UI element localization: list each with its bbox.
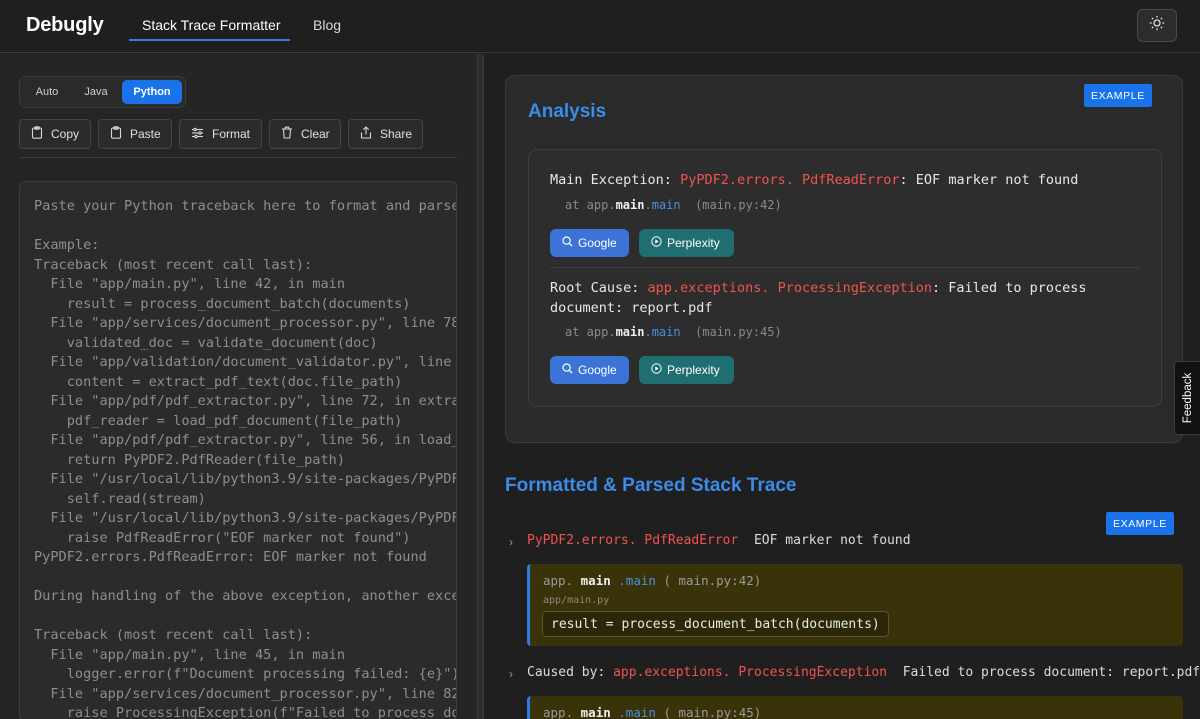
perplexity-search-button[interactable]: Perplexity (639, 229, 734, 257)
clipboard-icon (31, 126, 43, 142)
root-cause-label: Root Cause: (550, 280, 640, 296)
toolbar-divider (19, 157, 457, 158)
location-file: (main.py:45) (695, 325, 782, 339)
main-exception-label: Main Exception: (550, 172, 672, 188)
root-cause-message: : Failed to process (932, 280, 1087, 296)
paste-label: Paste (130, 127, 161, 141)
clipboard-icon (110, 126, 122, 142)
caused-by-row[interactable]: Caused by: app.exceptions. ProcessingExc… (527, 665, 1200, 680)
share-icon (360, 126, 372, 142)
sliders-icon (191, 127, 204, 142)
location-class: main (615, 198, 645, 212)
frame-signature: app. main .main ( main.py:45) (543, 705, 761, 719)
sun-icon (1149, 15, 1165, 36)
stack-frame[interactable]: app. main .main ( main.py:42) app/main.p… (527, 564, 1183, 646)
share-button[interactable]: Share (348, 119, 423, 149)
format-button[interactable]: Format (179, 119, 262, 149)
exception-divider (550, 267, 1140, 268)
panel-resize-handle[interactable] (477, 54, 484, 719)
clear-label: Clear (301, 127, 330, 141)
root-cause-line: Root Cause: app.exceptions. ProcessingEx… (550, 280, 1086, 296)
theme-toggle-button[interactable] (1137, 9, 1177, 42)
frame-prefix: app. (543, 705, 574, 719)
exception-class: PdfReadError (644, 533, 739, 548)
frame-code-line: result = process_document_batch(document… (542, 611, 889, 637)
stack-frame[interactable]: app. main .main ( main.py:45) (527, 696, 1183, 719)
format-label: Format (212, 127, 251, 141)
example-badge: EXAMPLE (1084, 84, 1152, 107)
search-icon (562, 363, 573, 377)
stack-trace-input[interactable]: Paste your Python traceback here to form… (19, 181, 457, 719)
frame-location: ( main.py:42) (663, 573, 762, 588)
frame-method: .main (618, 705, 656, 719)
tab-stack-trace-formatter[interactable]: Stack Trace Formatter (142, 17, 280, 33)
google-label: Google (578, 236, 617, 250)
language-auto-button[interactable]: Auto (23, 80, 71, 104)
top-header: Debugly Stack Trace Formatter Blog (0, 0, 1200, 53)
frame-prefix: app. (543, 573, 574, 588)
exception-class: ProcessingException (738, 665, 888, 680)
play-circle-icon (651, 363, 662, 377)
language-java-button[interactable]: Java (73, 80, 119, 104)
root-cause-package: app.exceptions. (647, 280, 770, 296)
caused-by-label: Caused by: (527, 665, 606, 680)
paste-button[interactable]: Paste (98, 119, 172, 149)
copy-button[interactable]: Copy (19, 119, 91, 149)
location-class: main (615, 325, 645, 339)
frame-signature: app. main .main ( main.py:42) (543, 573, 761, 588)
frame-class: main (580, 573, 611, 588)
google-search-button[interactable]: Google (550, 229, 629, 257)
google-search-button[interactable]: Google (550, 356, 629, 384)
app-logo[interactable]: Debugly (26, 14, 104, 37)
main-exception-class: PdfReadError (802, 172, 900, 188)
root-cause-message-cont: document: report.pdf (550, 300, 713, 316)
root-cause-class: ProcessingException (777, 280, 933, 296)
main-exception-line: Main Exception: PyPDF2.errors. PdfReadEr… (550, 172, 1078, 188)
feedback-label: Feedback (1181, 372, 1194, 424)
tab-blog[interactable]: Blog (313, 17, 341, 33)
chevron-right-icon[interactable]: › (509, 535, 513, 549)
share-label: Share (380, 127, 413, 141)
main-exception-location: at app.main.main (main.py:42) (565, 198, 782, 212)
exception-message: EOF marker not found (753, 533, 911, 548)
frame-file-path: app/main.py (543, 595, 610, 606)
perplexity-search-button[interactable]: Perplexity (639, 356, 734, 384)
location-prefix: at app. (565, 198, 616, 212)
root-cause-location: at app.main.main (main.py:45) (565, 325, 782, 339)
location-file: (main.py:42) (695, 198, 782, 212)
clear-button[interactable]: Clear (269, 119, 341, 149)
exception-package: app.exceptions. (613, 665, 731, 680)
language-selector: Auto Java Python (19, 76, 186, 108)
perplexity-label: Perplexity (667, 236, 720, 250)
location-method: .main (644, 198, 681, 212)
frame-location: ( main.py:45) (663, 705, 762, 719)
example-badge: EXAMPLE (1106, 512, 1174, 535)
play-circle-icon (651, 236, 662, 250)
input-placeholder: Paste your Python traceback here to form… (34, 198, 457, 719)
google-label: Google (578, 363, 617, 377)
copy-label: Copy (51, 127, 80, 141)
search-icon (562, 236, 573, 250)
main-exception-message: : EOF marker not found (899, 172, 1079, 188)
language-python-button[interactable]: Python (122, 80, 182, 104)
frame-method: .main (618, 573, 656, 588)
location-method: .main (644, 325, 681, 339)
analysis-title: Analysis (528, 101, 607, 122)
exception-row[interactable]: PyPDF2.errors. PdfReadError EOF marker n… (527, 533, 911, 548)
chevron-right-icon[interactable]: › (509, 667, 513, 681)
exception-message: Failed to process document: report.pdf (902, 665, 1200, 680)
trash-icon (281, 126, 293, 142)
location-prefix: at app. (565, 325, 616, 339)
main-exception-package: PyPDF2.errors. (680, 172, 794, 188)
formatted-trace-title: Formatted & Parsed Stack Trace (505, 475, 797, 496)
perplexity-label: Perplexity (667, 363, 720, 377)
feedback-tab[interactable]: Feedback (1174, 361, 1200, 435)
frame-class: main (580, 705, 611, 719)
active-tab-indicator (129, 39, 290, 41)
exception-package: PyPDF2.errors. (527, 533, 637, 548)
